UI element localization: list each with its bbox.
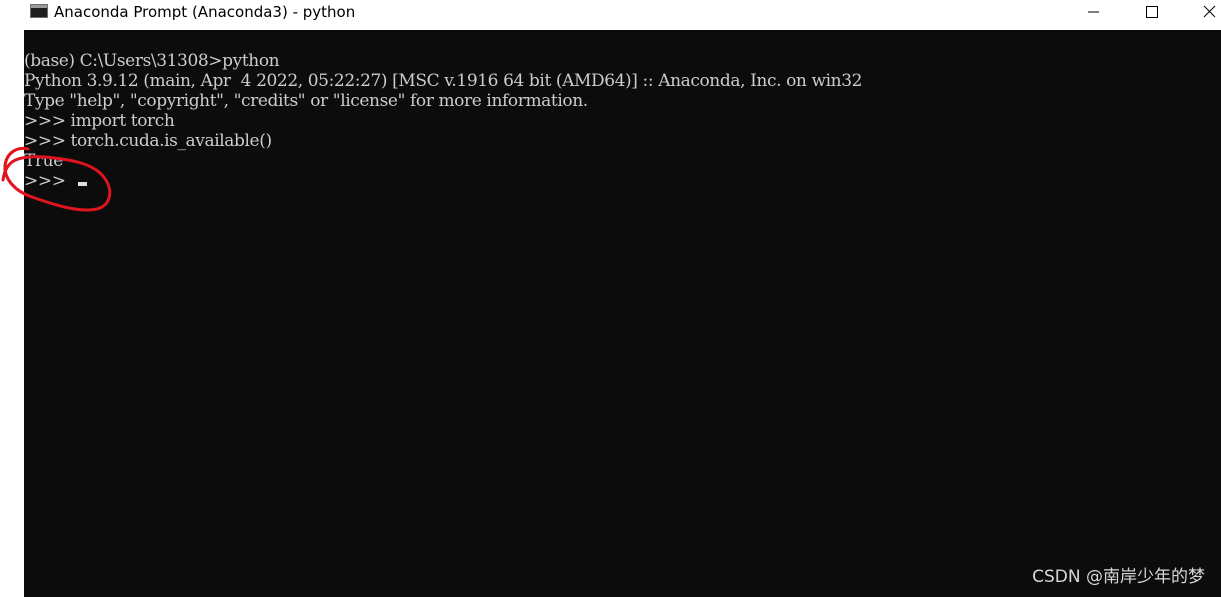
- minimize-icon: [1088, 11, 1099, 13]
- maximize-button[interactable]: [1129, 0, 1175, 24]
- red-circle-annotation: [1, 146, 112, 212]
- maximize-icon: [1146, 6, 1158, 18]
- title-bar[interactable]: Anaconda Prompt (Anaconda3) - python: [0, 0, 1221, 30]
- console-line: Type "help", "copyright", "credits" or "…: [24, 91, 588, 111]
- console-output-area[interactable]: (base) C:\Users\31308>python Python 3.9.…: [24, 30, 1221, 597]
- terminal-window: Anaconda Prompt (Anaconda3) - python (ba…: [0, 0, 1221, 597]
- close-icon: [1203, 5, 1216, 18]
- console-app-icon: [30, 4, 48, 18]
- close-button[interactable]: [1187, 0, 1221, 24]
- console-line: Python 3.9.12 (main, Apr 4 2022, 05:22:2…: [24, 71, 863, 91]
- watermark: CSDN @南岸少年的梦: [1032, 567, 1205, 587]
- console-line: (base) C:\Users\31308>python: [24, 51, 280, 71]
- window-title: Anaconda Prompt (Anaconda3) - python: [54, 3, 356, 21]
- console-line: >>> import torch: [24, 111, 175, 131]
- minimize-button[interactable]: [1070, 0, 1116, 24]
